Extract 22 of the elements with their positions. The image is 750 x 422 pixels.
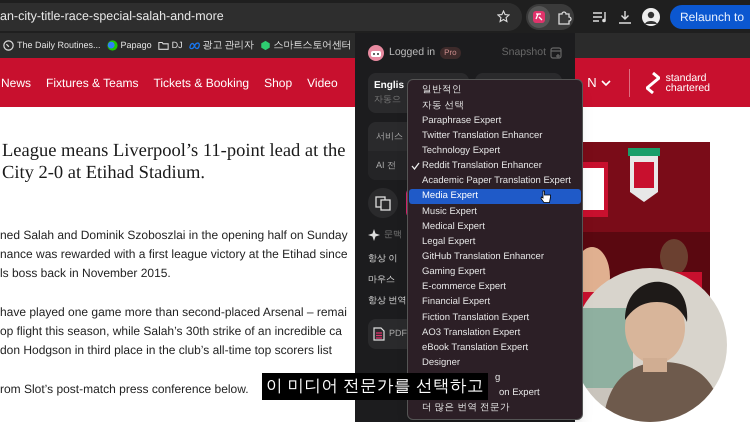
address-text: an-city-title-race-special-salah-and-more bbox=[0, 8, 224, 26]
subtitle-caption: 이 미디어 전문가를 선택하고 bbox=[262, 373, 488, 400]
option-label: 항상 이 bbox=[368, 252, 398, 264]
body-text-line: op flight this season, while Salah’s 30th strike of an incredible ca bbox=[0, 323, 342, 340]
language-name: Englis bbox=[374, 79, 404, 94]
sponsor-name: standard bbox=[666, 72, 707, 82]
body-text-line: have played one game more than second-placed Arsenal – remai bbox=[0, 304, 347, 321]
context-label: 문맥 bbox=[384, 228, 402, 241]
sponsor-name: chartered bbox=[666, 82, 710, 92]
body-text-line: rom Slot’s post-match press conference below. bbox=[0, 381, 249, 398]
body-text-line: ls boss back in November 2015. bbox=[0, 265, 171, 282]
language-hint: 자동으 bbox=[374, 93, 401, 106]
option-label: 마우스 bbox=[368, 272, 395, 286]
option-label: 항상 번역 bbox=[368, 294, 407, 306]
login-status: Logged in bbox=[389, 45, 436, 60]
pdf-label: PDF bbox=[389, 326, 407, 340]
headline-line: League means Liverpool’s 11-point lead at the bbox=[2, 140, 346, 162]
body-text-line: ned Salah and Dominik Szoboszlai in the opening half on Sunday bbox=[0, 227, 348, 244]
headline-line: City 2-0 at Etihad Stadium. bbox=[2, 162, 205, 184]
body-text-line: nance was rewarded with a first league victory at the Etihad since bbox=[0, 246, 348, 263]
body-text-line: don Hodgson in third place in the club’s all-time top scorers list bbox=[0, 342, 332, 359]
pro-badge: Pro bbox=[440, 47, 461, 59]
